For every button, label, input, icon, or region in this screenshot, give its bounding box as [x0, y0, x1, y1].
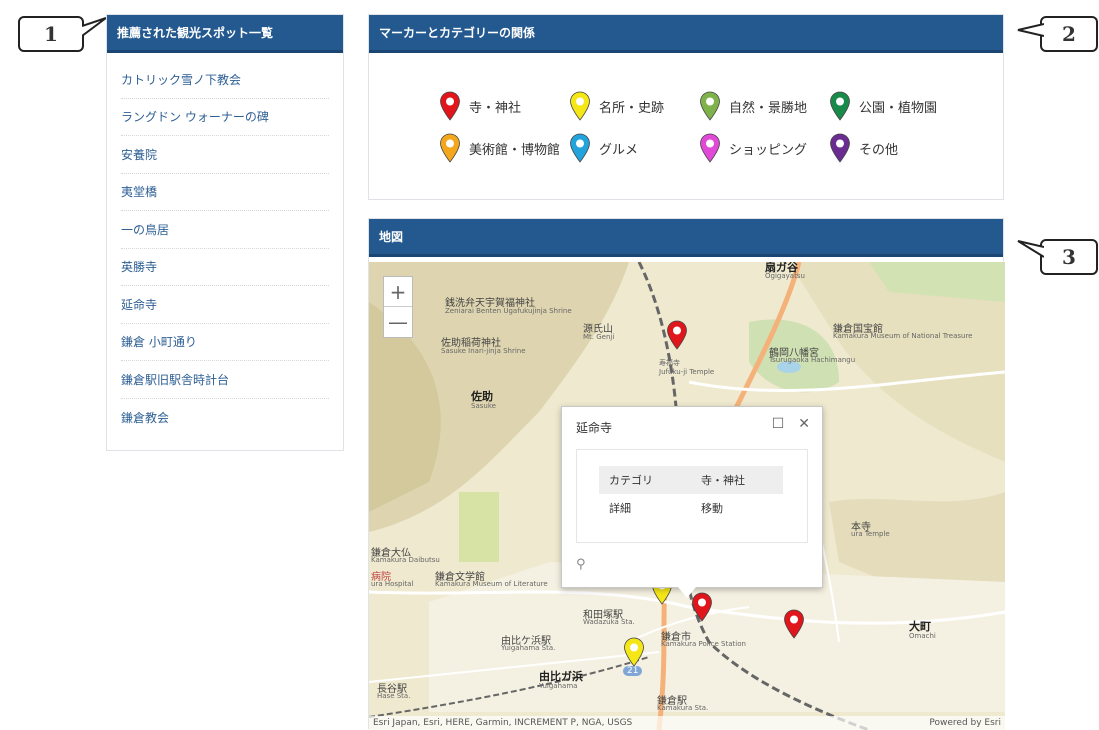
- map-label: Kamakura Daibutsu: [371, 556, 440, 564]
- spots-panel-title: 推薦された観光スポット一覧: [107, 15, 343, 53]
- popup-pointer: [678, 587, 696, 598]
- callout-number: 3: [1062, 245, 1076, 269]
- table-row: 詳細 移動: [599, 494, 783, 522]
- map-label: Jufuku-ji Temple: [659, 368, 715, 376]
- legend-panel-title: マーカーとカテゴリーの関係: [369, 15, 1003, 53]
- table-cell-value: 寺・神社: [691, 466, 783, 494]
- legend-item: 名所・史跡: [569, 91, 699, 121]
- callout-tail: [1017, 23, 1044, 37]
- spot-item[interactable]: 鎌倉 小町通り: [121, 324, 329, 361]
- map-label: Sasuke Inari-jinja Shrine: [441, 347, 526, 355]
- popup-attribute-table: カテゴリ 寺・神社 詳細 移動: [599, 466, 783, 522]
- table-cell-key: 詳細: [609, 502, 631, 515]
- map-label: Sasuke: [471, 402, 496, 410]
- map-label: Kamakura Museum of Literature: [435, 580, 548, 588]
- map-label: Zeniarai Benten Ugafukujinja Shrine: [445, 307, 572, 315]
- spot-item[interactable]: 鎌倉駅旧駅舎時計台: [121, 361, 329, 399]
- map-label: Kamakura Sta.: [657, 704, 709, 712]
- map-label: 寿福寺: [659, 359, 680, 367]
- shopping-marker-icon: [700, 133, 720, 163]
- popup-title: 延命寺: [576, 421, 613, 435]
- table-cell-key: カテゴリ: [599, 466, 691, 494]
- feature-popup: 延命寺 ☐ ✕ カテゴリ 寺・神社 詳細 移動 ⚲: [561, 406, 823, 598]
- map-view[interactable]: + — 扇ガ谷 Ogigayatsu 銭洗弁天宇賀福神社 Zeniarai Be…: [369, 262, 1005, 730]
- legend-item: 自然・景勝地: [699, 91, 829, 121]
- table-cell-value[interactable]: 移動: [691, 494, 783, 522]
- powered-by-text: Powered by Esri: [929, 718, 1001, 728]
- legend-label: 自然・景勝地: [729, 100, 808, 116]
- museum-marker-icon: [440, 133, 460, 163]
- park-marker-icon: [830, 91, 850, 121]
- map-label: Kamakura Museum of National Treasure: [833, 332, 973, 340]
- callout-number: 2: [1062, 22, 1076, 46]
- zoom-control: + —: [383, 276, 413, 338]
- spot-item[interactable]: 延命寺: [121, 286, 329, 324]
- map-label: ura Hospital: [371, 580, 414, 588]
- attribution-text: Esri Japan, Esri, HERE, Garmin, INCREMEN…: [373, 718, 633, 728]
- spot-item[interactable]: 英勝寺: [121, 249, 329, 286]
- legend-label: ショッピング: [729, 142, 808, 158]
- map-label: Ogigayatsu: [765, 272, 805, 280]
- legend-item: 公園・植物園: [829, 91, 959, 121]
- maximize-icon[interactable]: ☐: [772, 416, 785, 432]
- recommended-spots-panel: 推薦された観光スポット一覧 カトリック雪ノ下教会 ラングドン ウォーナーの碑 安…: [106, 14, 344, 451]
- legend-item: ショッピング: [699, 133, 829, 163]
- map-label: Kamakura Police Station: [661, 640, 746, 648]
- gourmet-marker-icon: [570, 133, 590, 163]
- spot-item[interactable]: ラングドン ウォーナーの碑: [121, 99, 329, 136]
- marker-legend-panel: マーカーとカテゴリーの関係 寺・神社 名所・史跡 自然・景勝地 公園・植物園 美…: [368, 14, 1004, 200]
- map-label: Wadazuka Sta.: [583, 618, 635, 626]
- popup-content: カテゴリ 寺・神社 詳細 移動: [576, 449, 808, 543]
- landmark-marker-icon: [570, 91, 590, 121]
- legend-label: 名所・史跡: [599, 100, 665, 116]
- map-panel-title: 地図: [369, 219, 1003, 257]
- callout-tail: [1017, 240, 1044, 258]
- callout-3: 3: [1017, 239, 1098, 275]
- zoom-out-button[interactable]: —: [384, 307, 412, 337]
- map-label: Omachi: [909, 632, 936, 640]
- temple-marker-icon: [440, 91, 460, 121]
- spot-item[interactable]: 一の鳥居: [121, 211, 329, 249]
- callout-2: 2: [1017, 16, 1098, 52]
- legend-label: グルメ: [599, 142, 639, 158]
- callout-1: 1: [18, 16, 107, 52]
- map-label: Yuigahama: [539, 682, 578, 690]
- legend-item: 美術館・博物館: [439, 133, 569, 163]
- temple-marker-icon[interactable]: [783, 609, 805, 639]
- map-label: Mt. Genji: [583, 333, 615, 341]
- nature-marker-icon: [700, 91, 720, 121]
- other-marker-icon: [830, 133, 850, 163]
- map-attribution: Esri Japan, Esri, HERE, Garmin, INCREMEN…: [369, 716, 1005, 730]
- map-label: Tsurugaoka Hachimangu: [769, 356, 856, 364]
- spot-list: カトリック雪ノ下教会 ラングドン ウォーナーの碑 安養院 夷堂橋 一の鳥居 英勝…: [107, 53, 343, 436]
- zoom-in-button[interactable]: +: [384, 277, 412, 307]
- legend-item: グルメ: [569, 133, 699, 163]
- legend-label: その他: [859, 142, 899, 158]
- legend-item: その他: [829, 133, 959, 163]
- map-label: ura Temple: [851, 530, 890, 538]
- map-label: Yuigahama Sta.: [501, 644, 556, 652]
- map-panel: 地図 + — 扇ガ谷 Ogigayatsu 銭洗弁天宇賀福神社 Zeniarai…: [368, 218, 1005, 730]
- route-21-shield: 21: [623, 666, 643, 676]
- callout-number: 1: [44, 22, 58, 46]
- spot-item[interactable]: カトリック雪ノ下教会: [121, 61, 329, 99]
- legend-item: 寺・神社: [439, 91, 569, 121]
- landmark-marker-icon[interactable]: [623, 637, 645, 667]
- temple-marker-icon[interactable]: [666, 320, 688, 350]
- legend-grid: 寺・神社 名所・史跡 自然・景勝地 公園・植物園 美術館・博物館 グルメ ショッ…: [439, 85, 959, 169]
- table-row: カテゴリ 寺・神社: [599, 466, 783, 494]
- close-icon[interactable]: ✕: [798, 416, 810, 432]
- spot-item[interactable]: 鎌倉教会: [121, 399, 329, 437]
- zoom-to-icon[interactable]: ⚲: [576, 557, 586, 572]
- spot-item[interactable]: 安養院: [121, 136, 329, 174]
- map-label: Hase Sta.: [377, 692, 411, 700]
- callout-tail: [82, 17, 107, 37]
- legend-label: 寺・神社: [469, 100, 522, 116]
- spot-item[interactable]: 夷堂橋: [121, 174, 329, 211]
- legend-label: 公園・植物園: [859, 100, 938, 116]
- legend-label: 美術館・博物館: [469, 142, 561, 158]
